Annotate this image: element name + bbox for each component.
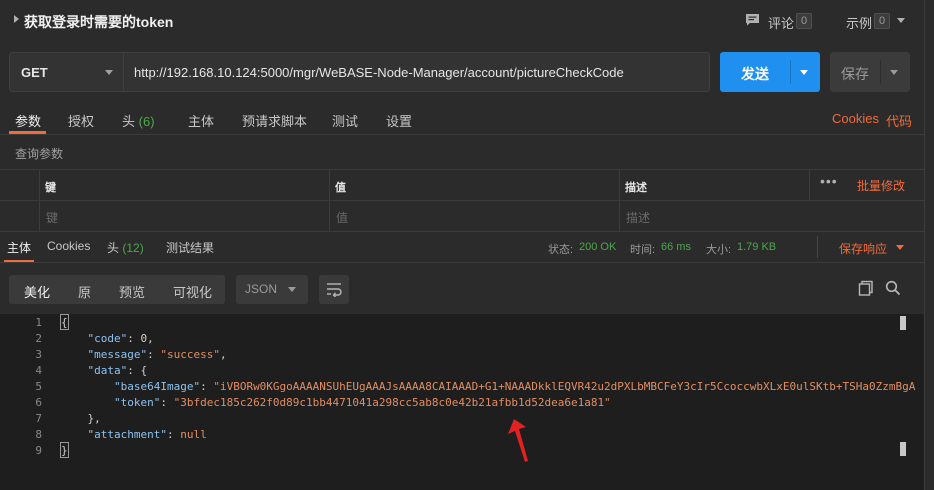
- format-value: JSON: [245, 282, 278, 296]
- code-line: "token": "3bfdec185c262f0d89c1bb4471041a…: [113, 396, 611, 409]
- save-label: 保存: [841, 66, 869, 82]
- comment-icon[interactable]: [745, 13, 760, 26]
- response-tab-body[interactable]: 主体: [7, 239, 31, 256]
- size-value: 1.79 KB: [737, 241, 777, 253]
- code-line: },: [61, 412, 101, 425]
- time-value: 66 ms: [661, 241, 691, 253]
- send-label: 发送: [741, 66, 769, 82]
- response-tab-cookies[interactable]: Cookies: [47, 239, 90, 253]
- send-options-chevron-icon[interactable]: [800, 70, 808, 75]
- tab-auth[interactable]: 授权: [68, 111, 94, 130]
- expand-caret-icon[interactable]: [14, 15, 19, 23]
- code-link[interactable]: 代码: [886, 111, 912, 130]
- code-line: {: [61, 316, 68, 329]
- status-value: 200 OK: [579, 241, 617, 253]
- params-header-row: 键 值 描述: [0, 169, 924, 200]
- param-description-input[interactable]: 描述: [620, 201, 924, 231]
- tab-settings[interactable]: 设置: [386, 111, 412, 130]
- line-number: 6: [35, 396, 42, 409]
- save-response-chevron-icon[interactable]: [896, 245, 904, 250]
- param-key-input[interactable]: 键: [40, 201, 330, 231]
- scrollbar-marker[interactable]: [900, 316, 906, 330]
- tab-body[interactable]: 主体: [188, 111, 214, 130]
- format-select[interactable]: JSON: [236, 275, 308, 304]
- line-number: 4: [35, 364, 42, 377]
- window-edge: [924, 0, 934, 490]
- request-title[interactable]: 获取登录时需要的token: [24, 12, 173, 32]
- bulk-edit-link[interactable]: 批量修改: [857, 177, 905, 194]
- line-number: 8: [35, 428, 42, 441]
- tab-pre-request-script[interactable]: 预请求脚本: [242, 111, 307, 130]
- line-number: 2: [35, 332, 42, 345]
- more-options-icon[interactable]: •••: [820, 173, 838, 189]
- response-tab-headers[interactable]: 头 (12): [107, 239, 144, 256]
- url-value: http://192.168.10.124:5000/mgr/WeBASE-No…: [134, 65, 624, 80]
- response-tab-test-results[interactable]: 测试结果: [166, 239, 214, 256]
- active-response-tab-indicator: [4, 260, 34, 262]
- column-value: 值: [335, 182, 346, 194]
- comments-label[interactable]: 评论: [768, 13, 794, 32]
- status-label: 状态:: [548, 244, 574, 256]
- view-mode-group: 美化 原 预览 可视化: [9, 275, 225, 304]
- response-body-editor[interactable]: 1 {2 "code": 0, 3 "message": "success", 4 "…: [0, 314, 934, 490]
- code-line: "attachment": null: [87, 428, 207, 441]
- request-title-bar: 获取登录时需要的token 评论 0 示例 0: [0, 0, 934, 42]
- line-number: 3: [35, 348, 42, 361]
- red-arrow-icon: [508, 419, 528, 462]
- query-params-label: 查询参数: [15, 147, 64, 161]
- save-options-chevron-icon[interactable]: [890, 70, 898, 75]
- view-pretty-button[interactable]: 美化: [24, 282, 50, 301]
- wrap-lines-button[interactable]: [319, 275, 349, 304]
- chevron-down-icon: [288, 287, 296, 292]
- send-button[interactable]: 发送: [720, 52, 820, 92]
- param-value-input[interactable]: 值: [330, 201, 620, 231]
- code-line: "code": 0,: [87, 332, 154, 345]
- view-preview-button[interactable]: 预览: [119, 282, 145, 301]
- examples-count-badge: 0: [874, 13, 891, 29]
- view-raw-button[interactable]: 原: [78, 282, 91, 301]
- search-icon[interactable]: [885, 280, 901, 296]
- method-value: GET: [21, 65, 48, 80]
- copy-icon[interactable]: [858, 280, 874, 296]
- code-line: "base64Image": "iVBORw0KGgoAAAANSUhEUgAA…: [113, 380, 916, 393]
- method-select[interactable]: GET: [9, 52, 124, 92]
- code-line: "message": "success",: [87, 348, 227, 361]
- view-visualize-button[interactable]: 可视化: [173, 282, 212, 301]
- examples-dropdown-chevron-icon[interactable]: [897, 18, 905, 23]
- size-label: 大小:: [706, 244, 732, 256]
- line-number: 5: [35, 380, 42, 393]
- tab-tests[interactable]: 测试: [332, 111, 358, 130]
- time-label: 时间:: [630, 244, 656, 256]
- params-row: 键 值 描述: [0, 200, 924, 231]
- tabs-divider: [0, 134, 934, 135]
- line-number: 9: [35, 444, 42, 457]
- line-number: 1: [35, 316, 42, 329]
- url-input[interactable]: http://192.168.10.124:5000/mgr/WeBASE-No…: [124, 52, 710, 92]
- tab-params[interactable]: 参数: [15, 111, 41, 130]
- chevron-down-icon: [105, 70, 113, 75]
- code-line: "data": {: [87, 364, 148, 377]
- column-key: 键: [45, 182, 56, 194]
- line-number: 7: [35, 412, 42, 425]
- scrollbar-marker[interactable]: [900, 442, 906, 456]
- send-divider: [790, 60, 791, 84]
- save-divider: [880, 60, 881, 84]
- meta-divider: [817, 236, 818, 258]
- code-line: }: [61, 444, 68, 457]
- wrap-lines-icon: [327, 283, 342, 297]
- save-response-button[interactable]: 保存响应: [839, 240, 887, 257]
- comments-count-badge: 0: [796, 13, 813, 29]
- cookies-link[interactable]: Cookies: [832, 111, 879, 126]
- tab-headers[interactable]: 头 (6): [122, 111, 155, 130]
- save-button[interactable]: 保存: [830, 52, 910, 92]
- examples-label[interactable]: 示例: [846, 13, 872, 32]
- column-description: 描述: [625, 182, 647, 194]
